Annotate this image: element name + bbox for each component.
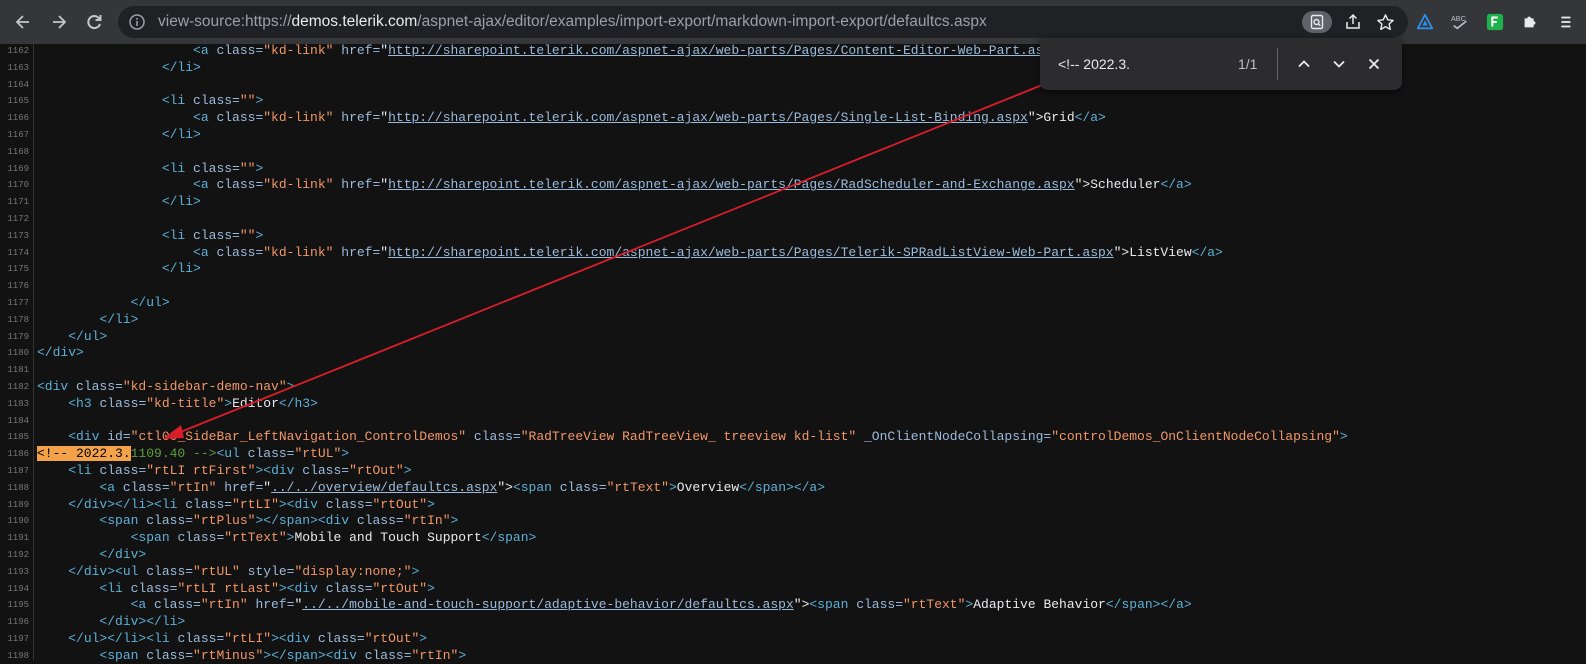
- chevron-down-icon: [1333, 60, 1345, 68]
- find-next-button[interactable]: [1327, 52, 1351, 76]
- annotation-arrow: [163, 76, 1063, 439]
- find-bar: <!-- 2022.3. 1/1: [1040, 38, 1402, 90]
- find-divider: [1277, 48, 1278, 80]
- find-input[interactable]: <!-- 2022.3.: [1058, 56, 1130, 72]
- find-previous-button[interactable]: [1292, 52, 1316, 76]
- chevron-up-icon: [1298, 60, 1310, 68]
- close-icon: [1368, 58, 1380, 70]
- find-close-button[interactable]: [1362, 52, 1386, 76]
- find-match-count: 1/1: [1238, 56, 1258, 72]
